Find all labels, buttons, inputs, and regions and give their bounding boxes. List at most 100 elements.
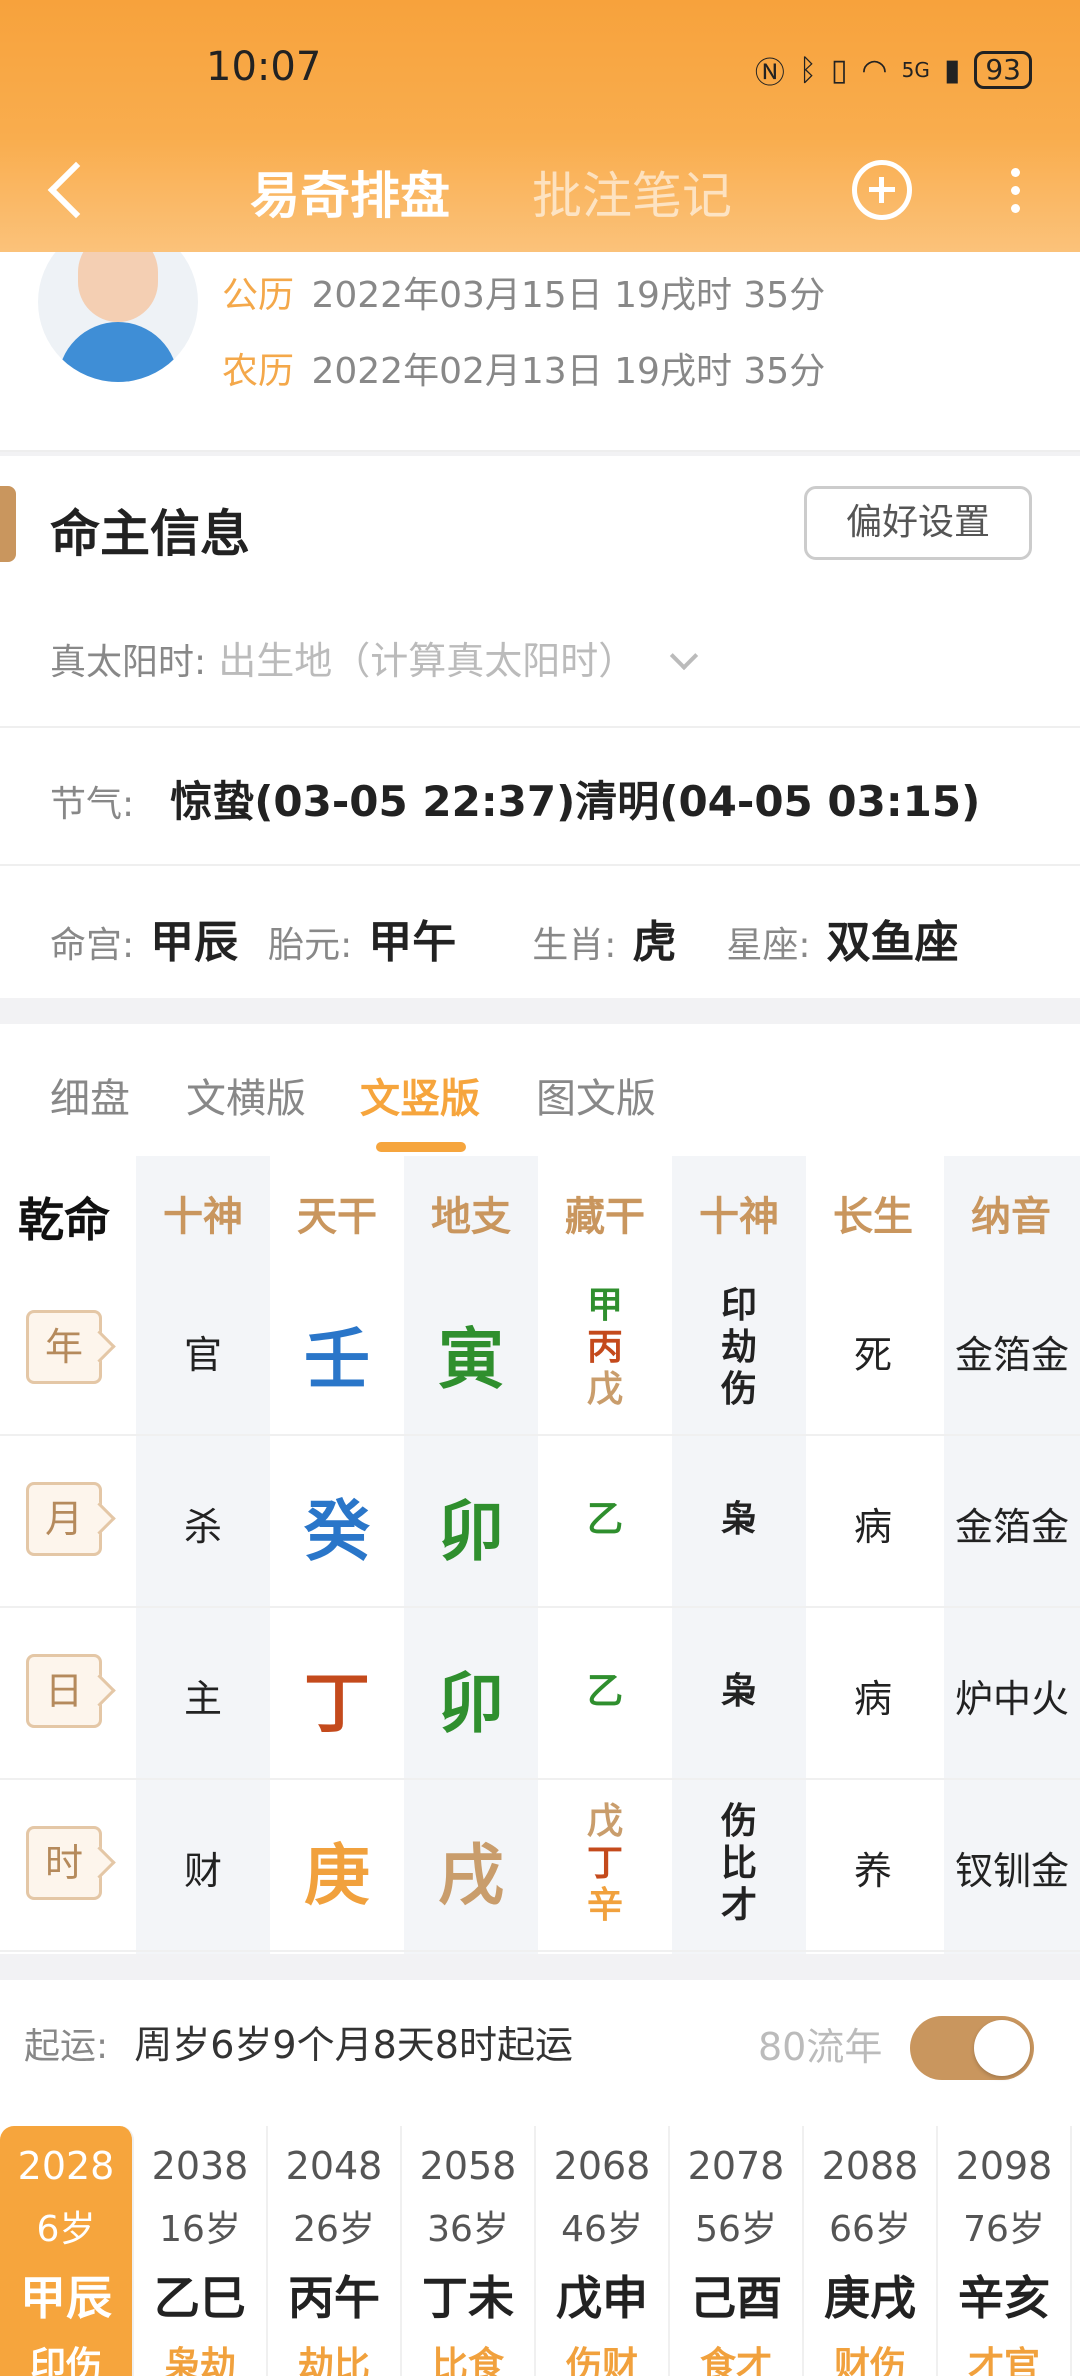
true-solar-time-row[interactable]: 真太阳时: 出生地（计算真太阳时）	[50, 630, 699, 685]
dayun-shishen: 枭劫	[163, 2345, 236, 2376]
canggan-char: 丁	[586, 1843, 623, 1884]
minggong-value: 甲辰	[150, 917, 239, 968]
more-icon[interactable]	[1000, 160, 1030, 220]
vibrate-icon: ▯	[830, 52, 848, 88]
header-tiangan: 天干	[297, 1194, 377, 1240]
bazi-chart: 细盘 文横版 文竖版 图文版 乾命 十神 天干 地支 藏干 十神 长生 纳音 年…	[0, 1024, 1080, 1954]
dayun-item[interactable]: 2088 66岁庚戌财伤	[804, 2126, 938, 2376]
dayun-age: 66岁	[829, 2209, 911, 2250]
zhi-shishen-char: 比	[720, 1843, 757, 1884]
wifi-icon: ◠	[861, 52, 888, 88]
preference-button[interactable]: 偏好设置	[804, 486, 1032, 560]
zhi-shishen-char: 枭	[720, 1499, 757, 1540]
view-tab-horizontal[interactable]: 文横版	[186, 1066, 306, 1124]
nayin: 炉中火	[954, 1677, 1069, 1721]
app-header: 10:07 Ⓝ ᛒ ▯ ◠ 5G ▮ 93 易奇排盘 批注笔记	[0, 0, 1080, 252]
minggong-label: 命宫:	[50, 925, 135, 966]
dayun-year: 2088	[821, 2144, 919, 2188]
solar-date-row: 公历 2022年03月15日 19戌时 35分	[222, 266, 825, 318]
tab-notes[interactable]: 批注笔记	[532, 156, 732, 228]
changsheng: 死	[853, 1333, 892, 1377]
shengxiao-value: 虎	[632, 917, 677, 968]
dayun-year: 2098	[955, 2144, 1053, 2188]
dayun-shishen: 比食	[431, 2345, 504, 2376]
jieqi-value: 惊蛰(03-05 22:37)清明(04-05 03:15)	[170, 777, 981, 826]
xingzuo-value: 双鱼座	[826, 917, 959, 968]
dayun-year: 2068	[553, 2144, 651, 2188]
birthplace-select[interactable]: 出生地（计算真太阳时）	[218, 639, 636, 683]
dayun-item[interactable]: 2098 76岁 辛亥 才官	[938, 2126, 1072, 2376]
palace-info-row: 命宫: 甲辰 胎元: 甲午 生肖: 虎 星座: 双鱼座	[50, 906, 989, 970]
row-separator	[0, 1434, 1080, 1436]
dayun-ganzhi: 辛亥	[958, 2271, 1050, 2325]
xingzuo-label: 星座:	[726, 925, 811, 966]
pillar-label: 月	[26, 1482, 102, 1556]
dayun-shishen: 劫比	[297, 2345, 370, 2376]
dizhi: 卯	[438, 1493, 504, 1570]
dizhi: 戌	[438, 1837, 504, 1914]
dayun-item[interactable]: 2058 36岁 丁未 比食	[402, 2126, 536, 2376]
dayun-year: 2038	[151, 2144, 249, 2188]
nayin: 金箔金	[954, 1333, 1069, 1377]
dayun-item[interactable]: 2038 16岁 乙巳 枭劫	[134, 2126, 268, 2376]
battery-icon: 93	[974, 51, 1032, 89]
dayun-year: 2078	[687, 2144, 785, 2188]
view-tab-graphic[interactable]: 图文版	[536, 1066, 656, 1124]
bluetooth-icon: ᛒ	[798, 52, 817, 88]
chevron-down-icon	[670, 641, 699, 671]
header-canggan: 藏干	[565, 1194, 645, 1240]
changsheng: 养	[853, 1849, 892, 1893]
dayun-ganzhi: 庚戌	[824, 2271, 916, 2325]
lunar-date-label: 农历	[222, 351, 295, 392]
dayun-section: 起运: 周岁6岁9个月8天8时起运 80流年 2028 6岁 甲辰 印伤 2038 16岁…	[0, 1980, 1080, 2376]
header-changsheng: 长生	[833, 1194, 913, 1240]
taiyuan-label: 胎元:	[268, 925, 353, 966]
pillar-label: 年	[26, 1310, 102, 1384]
nfc-icon: Ⓝ	[754, 56, 785, 91]
back-button[interactable]	[40, 150, 100, 230]
row-separator	[0, 1950, 1080, 1952]
row-separator	[0, 1606, 1080, 1608]
dayun-age: 6岁	[36, 2209, 96, 2250]
view-tab-vertical[interactable]: 文竖版	[360, 1066, 480, 1124]
gan-shishen: 主	[183, 1677, 222, 1721]
profile-card: 公历 2022年03月15日 19戌时 35分 农历 2022年02月13日 1…	[0, 222, 1080, 452]
dayun-age: 16岁	[159, 2209, 241, 2250]
dayun-shishen: 食才	[699, 2345, 772, 2376]
dayun-item[interactable]: 2078 56岁己酉食才	[670, 2126, 804, 2376]
section-title: 命主信息	[50, 505, 250, 563]
canggan-char: 丙	[586, 1327, 623, 1368]
zhi-shishen-char: 枭	[720, 1671, 757, 1712]
owner-info-section: 命主信息 偏好设置 真太阳时: 出生地（计算真太阳时） 节气: 惊蛰(03-05…	[0, 456, 1080, 998]
liunian-label: 80流年	[758, 2025, 883, 2069]
dayun-item[interactable]: 2048 26岁 丙午 劫比	[268, 2126, 402, 2376]
dayun-age: 46岁	[561, 2209, 643, 2250]
dayun-ganzhi: 己酉	[690, 2271, 782, 2325]
solar-date-label: 公历	[222, 275, 295, 316]
pillar-label: 日	[26, 1654, 102, 1728]
nayin: 金箔金	[954, 1505, 1069, 1549]
jieqi-label: 节气:	[50, 784, 135, 825]
liunian-toggle[interactable]	[910, 2016, 1034, 2080]
dayun-item[interactable]: 2068 46岁 戊申 伤财	[536, 2126, 670, 2376]
qiyun-row: 起运: 周岁6岁9个月8天8时起运	[24, 2014, 573, 2069]
header-shishen: 十神	[163, 1194, 243, 1240]
dayun-age: 36岁	[427, 2209, 509, 2250]
shengxiao-label: 生肖:	[532, 925, 617, 966]
tiangan: 癸	[304, 1493, 370, 1570]
gan-shishen: 财	[183, 1849, 222, 1893]
dayun-age: 76岁	[963, 2209, 1045, 2250]
dayun-shishen: 财伤	[833, 2345, 906, 2376]
header-dizhi: 地支	[431, 1194, 511, 1240]
status-icons: Ⓝ ᛒ ▯ ◠ 5G ▮ 93	[755, 48, 1032, 92]
dayun-age: 56岁	[695, 2209, 777, 2250]
active-tab-indicator	[376, 1142, 466, 1152]
tab-paipan[interactable]: 易奇排盘	[250, 156, 450, 228]
gan-shishen: 杀	[183, 1505, 222, 1549]
add-icon[interactable]	[852, 160, 912, 220]
qiyun-value: 周岁6岁9个月8天8时起运	[134, 2023, 573, 2067]
dayun-item[interactable]: 2028 6岁 甲辰 印伤	[0, 2126, 134, 2376]
view-tab-detail[interactable]: 细盘	[50, 1066, 130, 1124]
true-solar-time-label: 真太阳时:	[50, 642, 207, 683]
dizhi: 卯	[438, 1665, 504, 1742]
